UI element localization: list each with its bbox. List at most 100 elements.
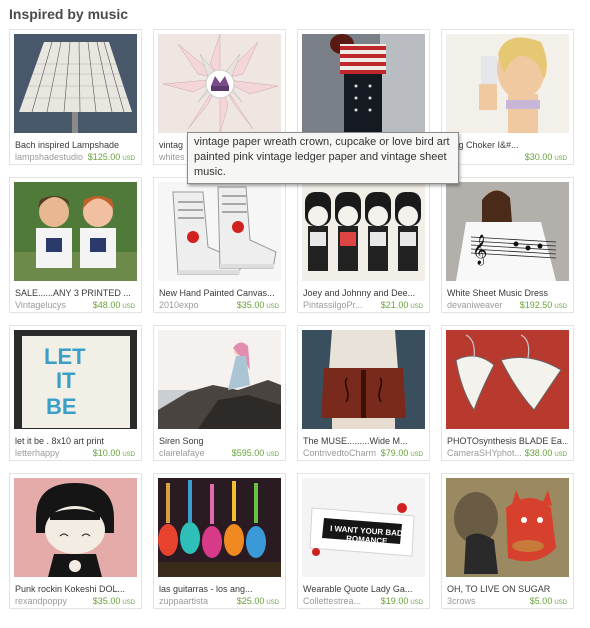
guitars-photo [158,478,281,577]
choker-photo [446,34,569,133]
listing-price: $125.00 USD [88,152,135,162]
listing-image[interactable] [158,478,281,577]
listing-card[interactable]: Siren Song $595.00 USD clairelafaye [153,325,286,461]
listing-image[interactable] [158,182,281,281]
listing-image[interactable] [14,182,137,281]
price-value: $25.00 [236,596,265,606]
listing-image[interactable] [446,478,569,577]
listing-price: $48.00 USD [93,300,135,310]
price-value: $19.00 [380,596,409,606]
listing-title[interactable]: SALE......ANY 3 PRINTED ... [15,288,136,298]
listing-title[interactable]: Punk rockin Kokeshi DOL... [15,584,136,594]
listing-title[interactable]: Siren Song [159,436,280,446]
shop-name[interactable]: clairelafaye [159,448,233,458]
listing-title[interactable]: zing Choker I&#... [447,140,568,150]
currency-label: USD [554,600,567,606]
shop-name[interactable]: Vintagelucys [15,300,89,310]
currency-label: USD [410,600,423,606]
listing-title[interactable]: Bach inspired Lampshade [15,140,136,150]
listing-title[interactable]: let it be . 8x10 art print [15,436,136,446]
listing-title[interactable]: Wearable Quote Lady Ga... [303,584,424,594]
price-value: $21.00 [380,300,409,310]
shop-name[interactable]: ContrivedtoCharm [303,448,377,458]
currency-label: USD [122,156,135,162]
listing-image[interactable] [446,34,569,133]
siren-song-photo [158,330,281,429]
price-value: $48.00 [92,300,121,310]
listing-card[interactable]: Punk rockin Kokeshi DOL... rexandpoppy $… [9,473,142,609]
listing-image[interactable]: 𝄞 [446,182,569,281]
price-value: $5.00 [529,596,553,606]
listing-image[interactable] [14,34,137,133]
shop-name[interactable]: devaniweaver [447,300,521,310]
price-value: $192.50 [519,300,553,310]
shop-name[interactable]: zuppaartista [159,596,233,606]
quote-brooch-photo: I WANT YOUR BAD ROMANCE [302,478,425,577]
shop-name[interactable]: rexandpoppy [15,596,89,606]
currency-label: USD [554,304,567,310]
listing-card[interactable]: I WANT YOUR BAD ROMANCE Wearable Quote L… [297,473,430,609]
listing-title[interactable]: OH, TO LIVE ON SUGAR [447,584,568,594]
currency-label: USD [410,304,423,310]
currency-label: USD [266,600,279,606]
listing-title[interactable]: The MUSE.........Wide M... [303,436,424,446]
lampshade-photo [14,34,137,133]
listing-title[interactable]: Joey and Johnny and Dee... [303,288,424,298]
kokeshi-doll-photo [14,478,137,577]
let-it-be-print-photo: LET IT BE [14,330,137,429]
shop-name[interactable]: PintassilgoPr... [303,300,377,310]
listing-card[interactable]: New Hand Painted Canvas... 2010expo $35.… [153,177,286,313]
listing-image[interactable] [446,330,569,429]
shop-name[interactable]: CameraSHYphot... [447,448,521,458]
print-word: BE [46,394,77,419]
listing-card[interactable]: SALE......ANY 3 PRINTED ... Vintagelucys… [9,177,142,313]
listing-card[interactable]: LET IT BE let it be . 8x10 art print let… [9,325,142,461]
listing-title[interactable]: las guitarras - los ang... [159,584,280,594]
listing-image[interactable] [302,330,425,429]
listing-price: $38.00 USD [525,448,567,458]
listing-card[interactable]: las guitarras - los ang... zuppaartista … [153,473,286,609]
listing-image[interactable]: I WANT YOUR BAD ROMANCE [302,478,425,577]
listing-image[interactable] [302,34,425,133]
listing-card[interactable]: Bach inspired Lampshade lampshadestudio … [9,29,142,165]
kids-shirts-photo [14,182,137,281]
listing-price: $25.00 USD [237,596,279,606]
shop-name[interactable]: 2010expo [159,300,233,310]
listing-card[interactable]: 𝄞 White Sheet Music Dress devaniweaver $… [441,177,574,313]
listing-price: $35.00 USD [93,596,135,606]
listing-price: $192.50 USD [520,300,567,310]
listing-image[interactable] [302,182,425,281]
listing-card[interactable]: Joey and Johnny and Dee... PintassilgoPr… [297,177,430,313]
listing-image[interactable]: LET IT BE [14,330,137,429]
currency-label: USD [410,452,423,458]
music-dress-photo: 𝄞 [446,182,569,281]
listing-card[interactable]: zing Choker I&#... $30.00 USD [441,29,574,165]
listing-card[interactable]: The MUSE.........Wide M... ContrivedtoCh… [297,325,430,461]
print-word: LET [44,344,86,369]
currency-label: USD [266,304,279,310]
shop-name[interactable]: Collettestrea... [303,596,377,606]
listing-image[interactable] [158,34,281,133]
listing-title[interactable]: White Sheet Music Dress [447,288,568,298]
sugar-illustration-photo [446,478,569,577]
price-value: $35.00 [92,596,121,606]
shop-name[interactable]: lampshadestudio [15,152,89,162]
violin-corset-photo [302,330,425,429]
listing-image[interactable] [158,330,281,429]
price-value: $38.00 [524,448,553,458]
listing-title[interactable]: New Hand Painted Canvas... [159,288,280,298]
currency-label: USD [122,304,135,310]
price-value: $35.00 [236,300,265,310]
sailor-dress-photo [302,34,425,133]
listing-price: $5.00 USD [530,596,567,606]
listing-price: $21.00 USD [381,300,423,310]
shop-name[interactable]: letterhappy [15,448,89,458]
blade-earrings-photo [446,330,569,429]
listing-image[interactable] [14,478,137,577]
listing-card[interactable]: PHOTOsynthesis BLADE Ea... CameraSHYphot… [441,325,574,461]
price-value: $30.00 [524,152,553,162]
currency-label: USD [554,156,567,162]
listing-card[interactable]: OH, TO LIVE ON SUGAR 3crows $5.00 USD [441,473,574,609]
shop-name[interactable]: 3crows [447,596,521,606]
listing-title[interactable]: PHOTOsynthesis BLADE Ea... [447,436,568,446]
